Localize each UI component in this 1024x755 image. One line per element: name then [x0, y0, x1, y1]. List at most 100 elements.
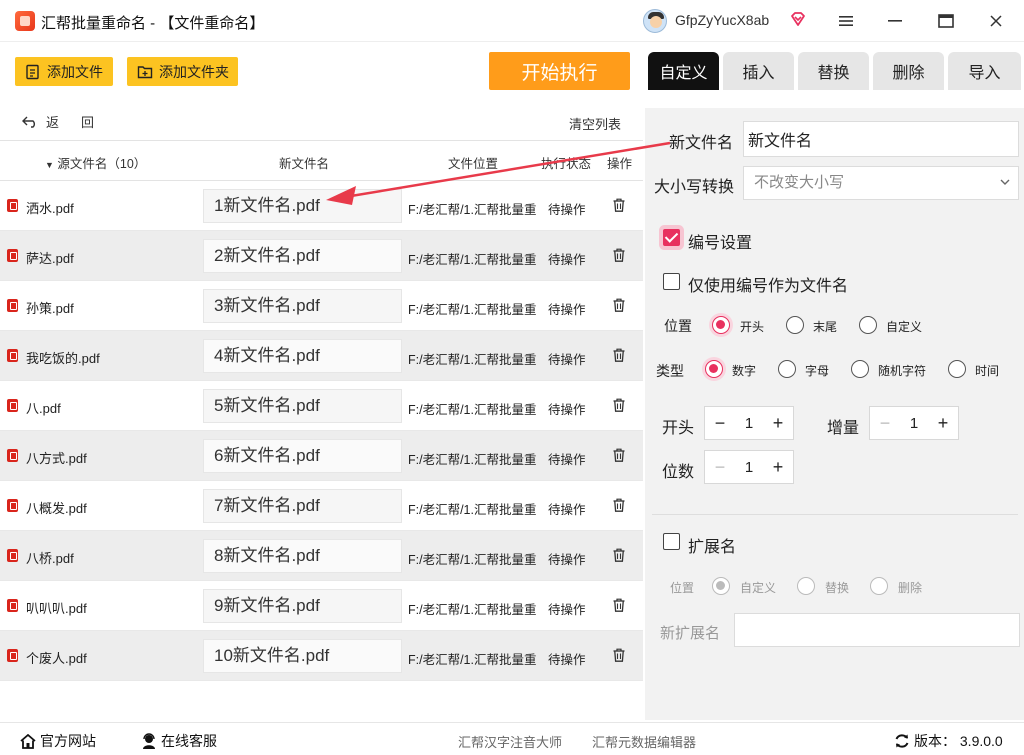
digits-stepper[interactable]: − 1 +	[704, 450, 794, 484]
increment-label: 增量	[827, 420, 860, 437]
start-button[interactable]: 开始执行	[489, 52, 630, 90]
new-ext-label: 新扩展名	[660, 625, 721, 642]
pdf-icon	[7, 299, 18, 312]
new-filename-cell[interactable]: 2新文件名.pdf	[203, 239, 402, 273]
new-filename-cell[interactable]: 8新文件名.pdf	[203, 539, 402, 573]
new-filename-cell[interactable]: 3新文件名.pdf	[203, 289, 402, 323]
add-file-label: 添加文件	[47, 63, 103, 80]
type-radio-letter-label: 字母	[805, 364, 830, 378]
tab-insert[interactable]: 插入	[723, 52, 794, 90]
ext-checkbox[interactable]	[663, 533, 680, 550]
new-filename-cell[interactable]: 6新文件名.pdf	[203, 439, 402, 473]
vip-diamond-icon[interactable]	[790, 11, 806, 27]
table-row[interactable]: 八.pdf 5新文件名.pdf F:/老汇帮/1.汇帮批量重命名待操作	[0, 381, 643, 431]
position-radio-end[interactable]	[786, 316, 804, 334]
table-row[interactable]: 叭叭叭.pdf 9新文件名.pdf F:/老汇帮/1.汇帮批量重命名待操作	[0, 581, 643, 631]
trash-icon[interactable]	[613, 548, 625, 562]
status-text: 待操作	[548, 303, 586, 317]
menu-icon[interactable]	[835, 10, 857, 32]
trash-icon[interactable]	[613, 598, 625, 612]
new-filename-cell[interactable]: 7新文件名.pdf	[203, 489, 402, 523]
minimize-icon[interactable]	[884, 10, 906, 32]
digits-minus-button[interactable]: −	[711, 457, 729, 478]
app-logo	[15, 11, 35, 31]
new-filename-cell[interactable]: 10新文件名.pdf	[203, 639, 402, 673]
ext-radio-replace-label: 替换	[825, 581, 850, 595]
only-number-checkbox[interactable]	[663, 273, 680, 290]
ext-position-label: 位置	[670, 581, 695, 595]
maximize-icon[interactable]	[935, 10, 957, 32]
trash-icon[interactable]	[613, 348, 625, 362]
trash-icon[interactable]	[613, 648, 625, 662]
table-row[interactable]: 个废人.pdf 10新文件名.pdf F:/老汇帮/1.汇帮批量重命名待操作	[0, 631, 643, 681]
tab-import[interactable]: 导入	[948, 52, 1021, 90]
source-filename: 八桥.pdf	[26, 551, 74, 566]
status-text: 待操作	[548, 353, 586, 367]
ext-radio-replace[interactable]	[797, 577, 815, 595]
increment-stepper[interactable]: − 1 +	[869, 406, 959, 440]
start-plus-button[interactable]: +	[769, 413, 787, 434]
avatar[interactable]	[643, 9, 667, 33]
type-radio-random[interactable]	[851, 360, 869, 378]
trash-icon[interactable]	[613, 198, 625, 212]
add-file-button[interactable]: 添加文件	[15, 57, 113, 86]
position-radio-custom[interactable]	[859, 316, 877, 334]
numbering-checkbox[interactable]	[663, 229, 680, 246]
new-filename-cell[interactable]: 9新文件名.pdf	[203, 589, 402, 623]
service-label: 在线客服	[161, 733, 217, 749]
position-label: 位置	[664, 318, 692, 334]
service-link[interactable]: 在线客服	[141, 731, 217, 751]
trash-icon[interactable]	[613, 248, 625, 262]
pdf-icon	[7, 649, 18, 662]
new-ext-input[interactable]	[734, 613, 1020, 647]
ext-radio-delete[interactable]	[870, 577, 888, 595]
table-row[interactable]: 孙策.pdf 3新文件名.pdf F:/老汇帮/1.汇帮批量重命名待操作	[0, 281, 643, 331]
pinyin-master-link[interactable]: 汇帮汉字注音大师	[458, 732, 562, 751]
table-row[interactable]: 洒水.pdf 1新文件名.pdf F:/老汇帮/1.汇帮批量重命名待操作	[0, 181, 643, 231]
metadata-editor-link[interactable]: 汇帮元数据编辑器	[592, 732, 696, 751]
version-info[interactable]: 版本： 3.9.0.0	[894, 731, 1003, 751]
website-link[interactable]: 官方网站	[20, 731, 96, 751]
increment-plus-button[interactable]: +	[934, 413, 952, 434]
add-folder-button[interactable]: 添加文件夹	[127, 57, 238, 86]
position-radio-start[interactable]	[712, 316, 730, 334]
trash-icon[interactable]	[613, 298, 625, 312]
start-stepper[interactable]: − 1 +	[704, 406, 794, 440]
table-row[interactable]: 萨达.pdf 2新文件名.pdf F:/老汇帮/1.汇帮批量重命名待操作	[0, 231, 643, 281]
tab-replace[interactable]: 替换	[798, 52, 869, 90]
table-row[interactable]: 八桥.pdf 8新文件名.pdf F:/老汇帮/1.汇帮批量重命名待操作	[0, 531, 643, 581]
trash-icon[interactable]	[613, 448, 625, 462]
trash-icon[interactable]	[613, 498, 625, 512]
table-row[interactable]: 八概发.pdf 7新文件名.pdf F:/老汇帮/1.汇帮批量重命名待操作	[0, 481, 643, 531]
digits-plus-button[interactable]: +	[769, 457, 787, 478]
type-radio-time[interactable]	[948, 360, 966, 378]
clear-list-button[interactable]: 清空列表	[569, 114, 621, 133]
sort-source-header[interactable]: ▼ 源文件名（10）	[45, 153, 146, 172]
back-button[interactable]: 返 回	[22, 112, 94, 131]
new-filename-cell[interactable]: 5新文件名.pdf	[203, 389, 402, 423]
new-filename-input[interactable]	[743, 121, 1019, 157]
start-minus-button[interactable]: −	[711, 413, 729, 434]
type-radio-number[interactable]	[705, 360, 723, 378]
increment-minus-button[interactable]: −	[876, 413, 894, 434]
table-row[interactable]: 八方式.pdf 6新文件名.pdf F:/老汇帮/1.汇帮批量重命名待操作	[0, 431, 643, 481]
status-text: 待操作	[548, 603, 586, 617]
new-filename-cell[interactable]: 1新文件名.pdf	[203, 189, 402, 223]
chevron-down-icon	[1000, 179, 1010, 185]
case-select[interactable]: 不改变大小写	[743, 166, 1019, 200]
type-radio-letter[interactable]	[778, 360, 796, 378]
table-row[interactable]: 我吃饭的.pdf 4新文件名.pdf F:/老汇帮/1.汇帮批量重命名待操作	[0, 331, 643, 381]
ext-radio-custom[interactable]	[712, 577, 730, 595]
new-filename-cell[interactable]: 4新文件名.pdf	[203, 339, 402, 373]
title-bar: 汇帮批量重命名 - 【文件重命名】 GfpZyYucX8ab	[0, 0, 1024, 42]
tab-custom[interactable]: 自定义	[648, 52, 719, 90]
close-icon[interactable]	[985, 10, 1007, 32]
trash-icon[interactable]	[613, 398, 625, 412]
type-radio-time-label: 时间	[975, 364, 1000, 378]
username[interactable]: GfpZyYucX8ab	[675, 12, 769, 28]
position-radio-start-label: 开头	[740, 320, 765, 334]
pdf-icon	[7, 549, 18, 562]
tab-delete[interactable]: 删除	[873, 52, 944, 90]
new-name-header: 新文件名	[279, 157, 330, 171]
app-title: 汇帮批量重命名 - 【文件重命名】	[41, 15, 265, 32]
